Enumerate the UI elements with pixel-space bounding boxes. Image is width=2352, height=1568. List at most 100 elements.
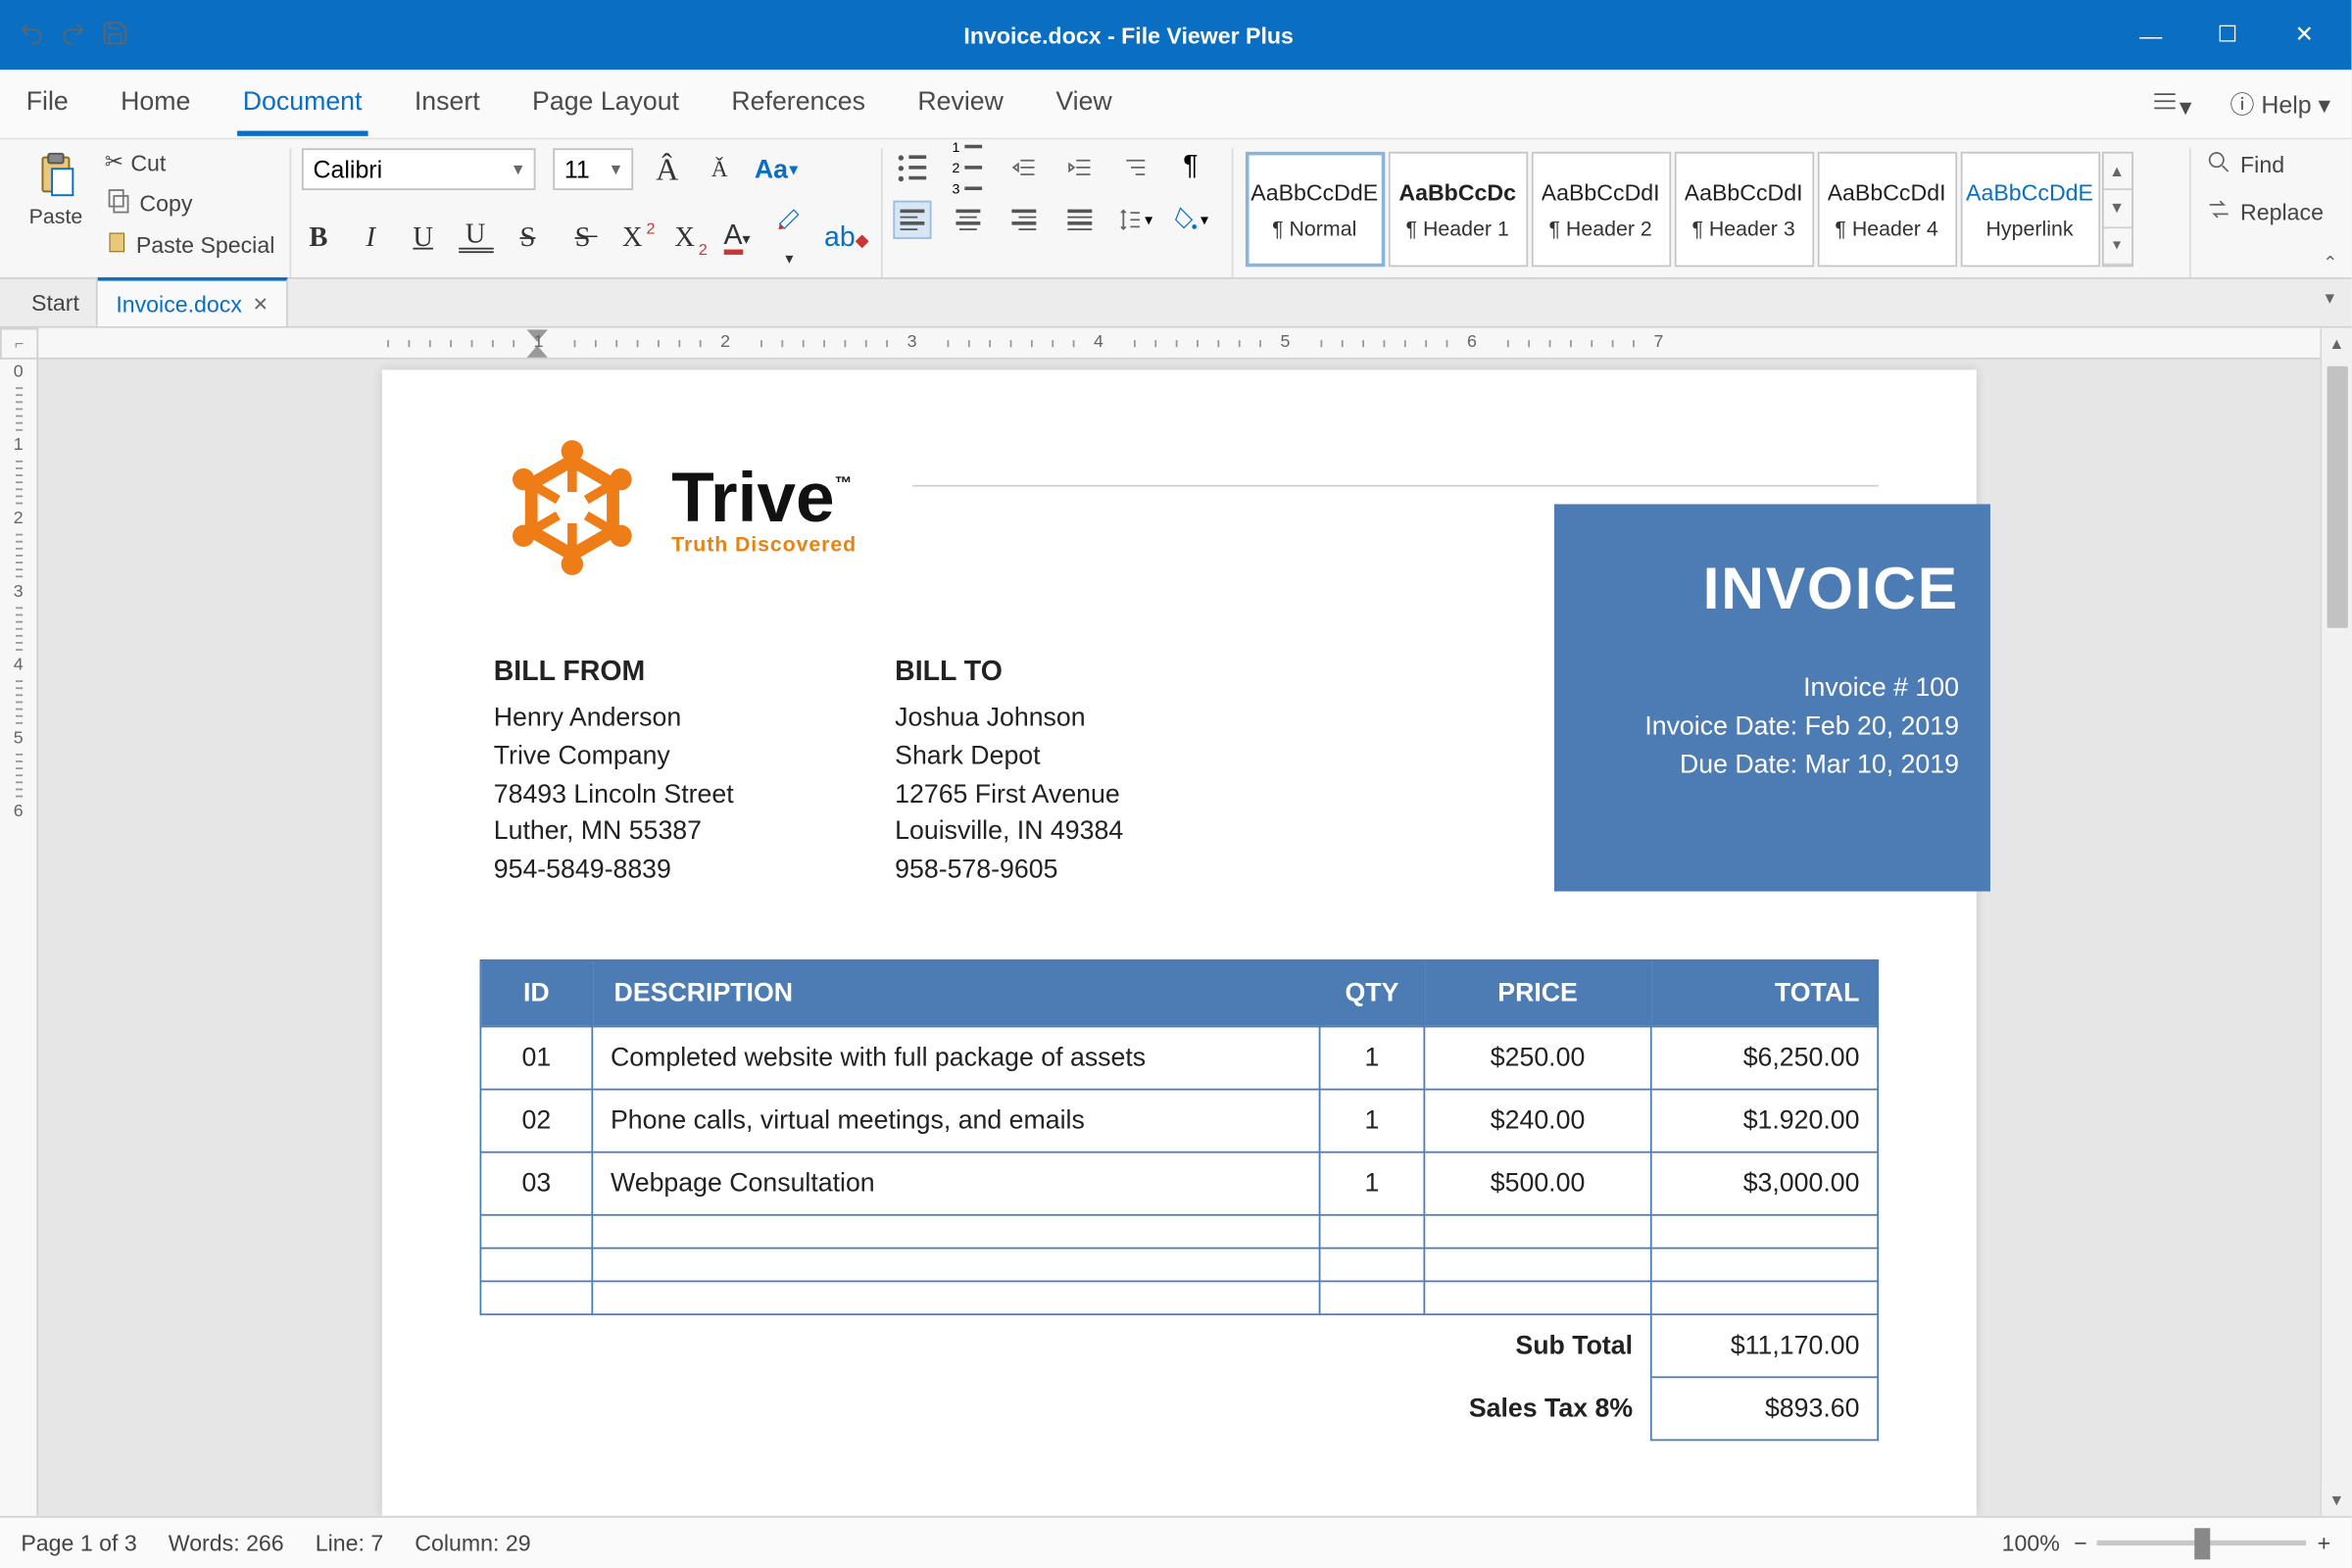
menu-references[interactable]: References	[726, 73, 870, 135]
double-strikethrough-button[interactable]: S̶	[563, 222, 598, 254]
status-words: Words: 266	[169, 1530, 284, 1556]
change-case-button[interactable]: Aa▾	[755, 155, 798, 184]
cell-price	[1424, 1281, 1650, 1314]
menu-review[interactable]: Review	[912, 73, 1008, 135]
zoom-out-button[interactable]: −	[2074, 1530, 2087, 1556]
vertical-ruler[interactable]: 0 1 2 3 4 5 6	[0, 328, 38, 1516]
increase-indent-button[interactable]	[1059, 148, 1098, 186]
style-header1[interactable]: AaBbCcDc¶ Header 1	[1388, 152, 1527, 267]
font-size-select[interactable]: 11▼	[552, 148, 632, 190]
cell-id	[480, 1281, 592, 1314]
bill-to-line: Shark Depot	[895, 737, 1261, 775]
copy-label: Copy	[139, 190, 192, 217]
invoice-due-date: Due Date: Mar 10, 2019	[1586, 746, 1959, 784]
invoice-date: Invoice Date: Feb 20, 2019	[1586, 708, 1959, 746]
style-preview: AaBbCcDdI	[1542, 178, 1660, 205]
bill-from-heading: BILL FROM	[494, 658, 860, 689]
paste-button[interactable]: Paste	[18, 148, 94, 228]
style-hyperlink[interactable]: AaBbCcDdEHyperlink	[1960, 152, 2099, 267]
style-header3[interactable]: AaBbCcDdI¶ Header 3	[1674, 152, 1813, 267]
show-marks-button[interactable]: ¶	[1171, 148, 1209, 186]
shrink-font-button[interactable]: Ǎ	[702, 155, 737, 182]
subscript-button[interactable]: X2	[667, 222, 703, 254]
line-spacing-button[interactable]: ▾	[1115, 201, 1153, 239]
scroll-thumb[interactable]	[2328, 367, 2348, 628]
font-name-select[interactable]: Calibri▼	[301, 148, 535, 190]
tab-start[interactable]: Start	[14, 279, 98, 326]
find-label: Find	[2240, 152, 2284, 178]
align-right-button[interactable]	[1004, 201, 1042, 239]
undo-icon[interactable]	[18, 19, 45, 52]
zoom-in-button[interactable]: +	[2318, 1530, 2331, 1556]
scroll-up-icon[interactable]: ▲	[2322, 328, 2351, 360]
cell-total	[1651, 1281, 1878, 1314]
align-center-button[interactable]	[948, 201, 986, 239]
options-icon[interactable]: ▾	[2151, 86, 2191, 122]
superscript-button[interactable]: X2	[614, 222, 650, 254]
zoom-thumb[interactable]	[2195, 1528, 2211, 1559]
align-left-button[interactable]	[892, 201, 930, 239]
style-normal[interactable]: AaBbCcDdE¶ Normal	[1245, 152, 1384, 267]
align-justify-button[interactable]	[1059, 201, 1098, 239]
tabs-menu-button[interactable]: ▼	[2322, 289, 2337, 307]
zoom-slider[interactable]: − +	[2074, 1530, 2330, 1556]
multilevel-list-button[interactable]	[1115, 148, 1153, 186]
maximize-button[interactable]: ☐	[2205, 21, 2250, 48]
highlight-button[interactable]: ▾	[772, 204, 808, 271]
replace-button[interactable]: Replace	[2205, 195, 2324, 228]
pilcrow-icon: ¶	[1183, 152, 1198, 183]
styles-scrollbar[interactable]: ▲▼▾	[2101, 152, 2132, 267]
chevron-down-icon[interactable]: ▼	[2103, 191, 2131, 228]
clear-formatting-button[interactable]: ab◆	[824, 222, 859, 254]
document-page[interactable]: Trive™ Truth Discovered BILL FROM Henry …	[382, 369, 1977, 1515]
chevron-up-icon[interactable]: ▲	[2103, 154, 2131, 191]
style-preview: AaBbCcDdI	[1685, 178, 1803, 205]
styles-expand-icon[interactable]: ▾	[2103, 228, 2131, 266]
underline-button[interactable]: U	[406, 222, 441, 254]
redo-icon[interactable]	[60, 19, 87, 52]
close-icon[interactable]: ✕	[253, 292, 269, 315]
menu-view[interactable]: View	[1051, 73, 1117, 135]
paste-icon	[33, 148, 78, 200]
scroll-track[interactable]	[2322, 360, 2351, 1485]
menu-insert[interactable]: Insert	[410, 73, 485, 135]
font-color-button[interactable]: A▾	[719, 221, 755, 254]
cut-button[interactable]: ✂Cut	[105, 148, 275, 175]
tab-document[interactable]: Invoice.docx✕	[99, 277, 288, 326]
strikethrough-button[interactable]: S	[511, 222, 546, 254]
menu-home[interactable]: Home	[116, 73, 196, 135]
double-underline-button[interactable]: U	[458, 222, 493, 253]
horizontal-ruler[interactable]: 1 2 3 4 5 6 7	[38, 328, 2320, 360]
status-bar: Page 1 of 3 Words: 266 Line: 7 Column: 2…	[0, 1516, 2351, 1568]
cell-desc	[592, 1214, 1319, 1248]
zoom-track[interactable]	[2097, 1541, 2307, 1545]
numbering-icon: 123	[952, 139, 982, 197]
style-preview: AaBbCcDc	[1398, 178, 1516, 205]
menu-document[interactable]: Document	[237, 73, 367, 135]
copy-button[interactable]: Copy	[105, 186, 275, 220]
cell-desc: Completed website with full package of a…	[592, 1026, 1319, 1089]
decrease-indent-button[interactable]	[1004, 148, 1042, 186]
save-icon[interactable]	[101, 19, 128, 52]
bold-button[interactable]: B	[301, 222, 336, 254]
style-header4[interactable]: AaBbCcDdI¶ Header 4	[1817, 152, 1956, 267]
bill-to-heading: BILL TO	[895, 658, 1261, 689]
italic-button[interactable]: I	[353, 222, 388, 254]
collapse-ribbon-button[interactable]: ⌃	[2323, 255, 2337, 274]
scroll-down-icon[interactable]: ▼	[2322, 1485, 2351, 1516]
shading-button[interactable]: ▾	[1171, 201, 1209, 239]
menu-file[interactable]: File	[21, 73, 74, 135]
menu-page-layout[interactable]: Page Layout	[527, 73, 685, 135]
close-button[interactable]: ✕	[2281, 21, 2327, 48]
find-button[interactable]: Find	[2205, 148, 2324, 181]
table-row: 02Phone calls, virtual meetings, and ema…	[480, 1089, 1878, 1152]
numbering-button[interactable]: 123	[948, 148, 986, 186]
style-header2[interactable]: AaBbCcDdI¶ Header 2	[1531, 152, 1670, 267]
help-button[interactable]: ⓘ Help ▾	[2230, 86, 2331, 122]
minimize-button[interactable]: —	[2129, 22, 2174, 48]
vertical-scrollbar[interactable]: ▲ ▼	[2320, 328, 2351, 1516]
grow-font-button[interactable]: Â	[650, 151, 685, 187]
paste-special-button[interactable]: Paste Special	[105, 230, 275, 260]
cell-total	[1651, 1214, 1878, 1248]
bullets-button[interactable]	[892, 148, 930, 186]
